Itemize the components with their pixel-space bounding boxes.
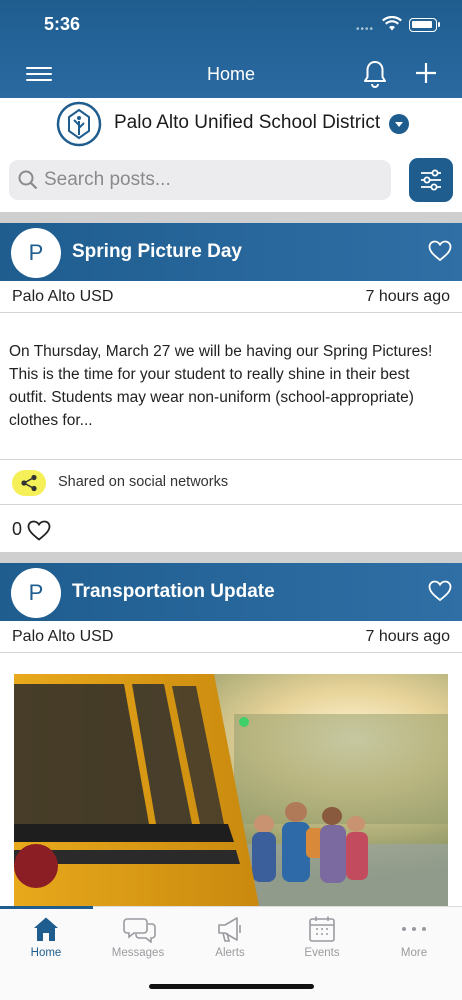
app-header: 5:36 •••• Home	[0, 0, 462, 98]
post-author: Palo Alto USD	[12, 628, 114, 645]
home-icon	[34, 917, 58, 941]
avatar: P	[11, 228, 61, 278]
post-timestamp: 7 hours ago	[365, 628, 450, 645]
messages-icon	[123, 918, 156, 943]
favorite-heart-icon[interactable]	[428, 580, 452, 607]
tab-label: Alerts	[215, 947, 245, 959]
nav-bar: Home	[0, 55, 462, 95]
wifi-icon	[382, 15, 402, 37]
tab-label: Events	[304, 947, 340, 959]
district-selector[interactable]: Palo Alto Unified School District	[0, 98, 462, 150]
tab-home[interactable]: Home	[0, 907, 92, 967]
post-header[interactable]: P Spring Picture Day	[0, 223, 462, 281]
search-input[interactable]	[44, 160, 384, 200]
post-body[interactable]: On Thursday, March 27 we will be having …	[9, 340, 449, 432]
add-post-icon[interactable]	[414, 61, 438, 90]
status-time: 5:36	[44, 14, 81, 34]
tab-label: Home	[30, 947, 62, 959]
district-name: Palo Alto Unified School District	[114, 112, 381, 133]
search-box	[9, 160, 391, 200]
post-meta: Palo Alto USD 7 hours ago	[0, 621, 462, 653]
school-bus-photo[interactable]	[14, 674, 448, 906]
tab-label: Messages	[111, 947, 165, 959]
chevron-down-icon[interactable]	[389, 114, 409, 134]
calendar-icon	[309, 916, 335, 942]
battery-icon	[409, 18, 440, 32]
status-bar: 5:36 ••••	[0, 14, 462, 38]
tab-label: More	[400, 947, 428, 959]
post-author: Palo Alto USD	[12, 288, 114, 305]
share-icon	[12, 470, 46, 496]
divider	[0, 212, 462, 223]
like-heart-icon[interactable]	[27, 520, 51, 546]
likes-row: 0	[0, 505, 462, 551]
share-status: Shared on social networks	[0, 459, 462, 505]
page-title: Home	[206, 64, 255, 84]
tab-more[interactable]: More	[368, 907, 460, 967]
search-icon	[18, 170, 38, 195]
megaphone-icon	[218, 917, 241, 942]
post-header[interactable]: P Transportation Update	[0, 563, 462, 621]
home-indicator[interactable]	[149, 984, 314, 989]
divider	[0, 552, 462, 563]
filter-sliders-button[interactable]	[409, 158, 453, 202]
notifications-bell-icon[interactable]	[362, 59, 388, 94]
search-row	[0, 150, 462, 212]
avatar: P	[11, 568, 61, 618]
share-label: Shared on social networks	[58, 474, 229, 490]
post-timestamp: 7 hours ago	[365, 288, 450, 305]
tab-events[interactable]: Events	[276, 907, 368, 967]
signal-icon: ••••	[356, 24, 375, 35]
district-logo-icon	[56, 101, 102, 147]
more-icon	[402, 927, 426, 931]
tab-alerts[interactable]: Alerts	[184, 907, 276, 967]
post-meta: Palo Alto USD 7 hours ago	[0, 281, 462, 313]
favorite-heart-icon[interactable]	[428, 240, 452, 267]
post-title: Spring Picture Day	[72, 241, 242, 262]
like-count: 0	[12, 519, 23, 539]
post-title: Transportation Update	[72, 581, 275, 602]
tab-messages[interactable]: Messages	[92, 907, 184, 967]
